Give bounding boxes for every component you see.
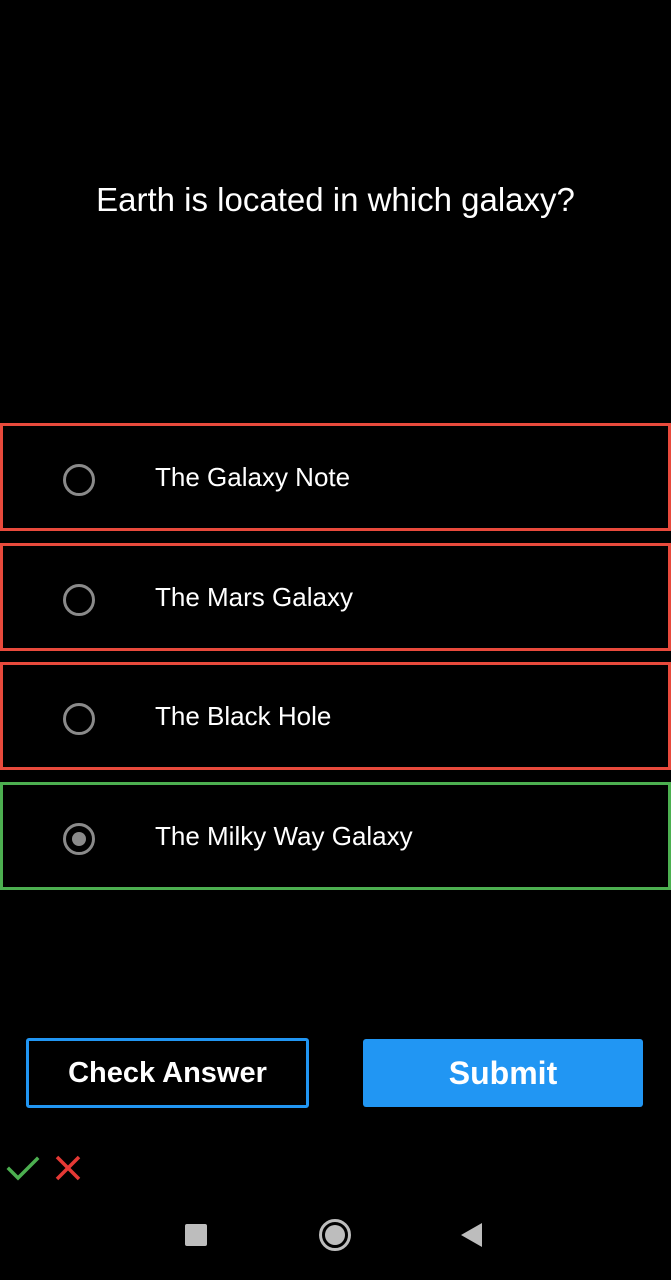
radio-button-unselected[interactable] — [63, 584, 95, 616]
cross-icon — [55, 1155, 81, 1181]
radio-dot — [72, 832, 86, 846]
back-triangle-icon[interactable] — [459, 1221, 483, 1249]
option-milky-way-galaxy[interactable]: The Milky Way Galaxy — [0, 782, 671, 890]
option-label: The Mars Galaxy — [155, 582, 353, 612]
option-label: The Black Hole — [155, 701, 332, 731]
recents-square-icon[interactable] — [185, 1224, 207, 1246]
radio-button-selected[interactable] — [63, 823, 95, 855]
check-icon — [6, 1156, 40, 1181]
home-circle-icon[interactable] — [318, 1218, 352, 1252]
option-label: The Milky Way Galaxy — [155, 821, 413, 851]
option-black-hole[interactable]: The Black Hole — [0, 662, 671, 770]
check-answer-button[interactable]: Check Answer — [26, 1038, 309, 1108]
option-galaxy-note[interactable]: The Galaxy Note — [0, 423, 671, 531]
radio-button-unselected[interactable] — [63, 464, 95, 496]
option-label: The Galaxy Note — [155, 462, 351, 492]
question-text: Earth is located in which galaxy? — [96, 181, 575, 218]
option-mars-galaxy[interactable]: The Mars Galaxy — [0, 543, 671, 651]
submit-button[interactable]: Submit — [363, 1039, 643, 1107]
radio-button-unselected[interactable] — [63, 703, 95, 735]
